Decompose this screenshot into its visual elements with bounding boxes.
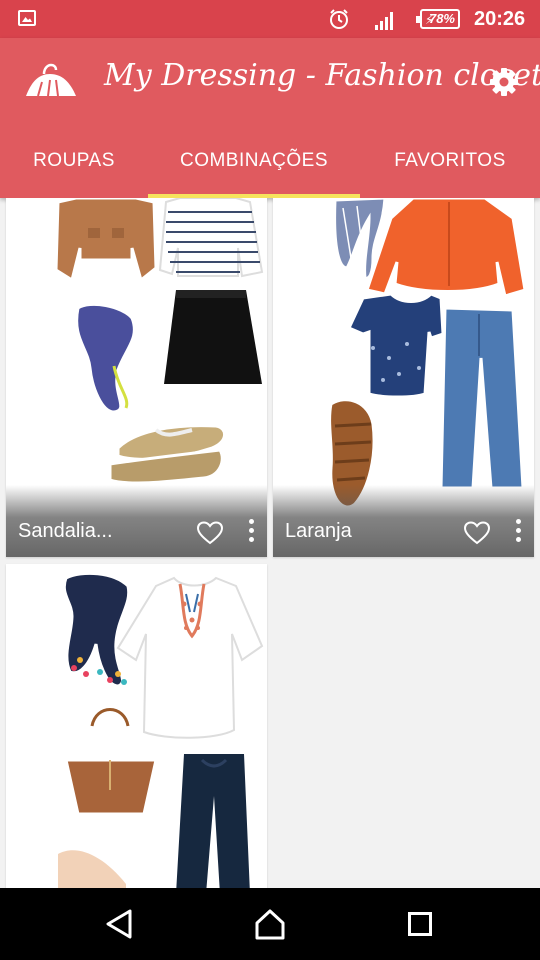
outfit-card[interactable]: Sandalia... <box>6 198 267 557</box>
outfit-name[interactable]: Laranja <box>285 520 352 543</box>
gear-icon[interactable] <box>488 66 520 98</box>
more-vert-icon[interactable] <box>247 519 255 545</box>
tab-favoritos[interactable]: FAVORITOS <box>360 134 540 198</box>
heart-outline-icon[interactable] <box>197 521 223 545</box>
image-icon <box>18 10 36 26</box>
back-icon[interactable] <box>104 908 134 940</box>
battery-icon: ⚡ 78% <box>416 9 460 29</box>
recent-apps-icon[interactable] <box>408 912 432 936</box>
alarm-icon <box>330 9 348 29</box>
outfit-image <box>58 571 264 888</box>
app-bar: My Dressing - Fashion closet ROUPAS COMB… <box>0 38 540 198</box>
outfit-grid[interactable]: Sandalia... Laranja <box>0 198 540 888</box>
outfit-card[interactable]: Laranja <box>273 198 534 557</box>
app-title: My Dressing - Fashion closet <box>104 58 540 93</box>
more-vert-icon[interactable] <box>514 519 522 545</box>
tab-bar: ROUPAS COMBINAÇÕES FAVORITOS <box>0 134 540 198</box>
home-icon[interactable] <box>254 908 286 940</box>
heart-outline-icon[interactable] <box>464 521 490 545</box>
clock: 20:26 <box>474 8 526 30</box>
tab-combinacoes[interactable]: COMBINAÇÕES <box>148 134 360 198</box>
app-logo <box>26 63 76 97</box>
signal-icon <box>375 12 393 30</box>
outfit-name[interactable]: Sandalia... <box>18 520 113 543</box>
outfit-card[interactable] <box>6 564 267 888</box>
status-bar: ⚡ 78% 20:26 <box>0 0 540 38</box>
tab-roupas[interactable]: ROUPAS <box>0 134 148 198</box>
navigation-bar <box>0 888 540 960</box>
